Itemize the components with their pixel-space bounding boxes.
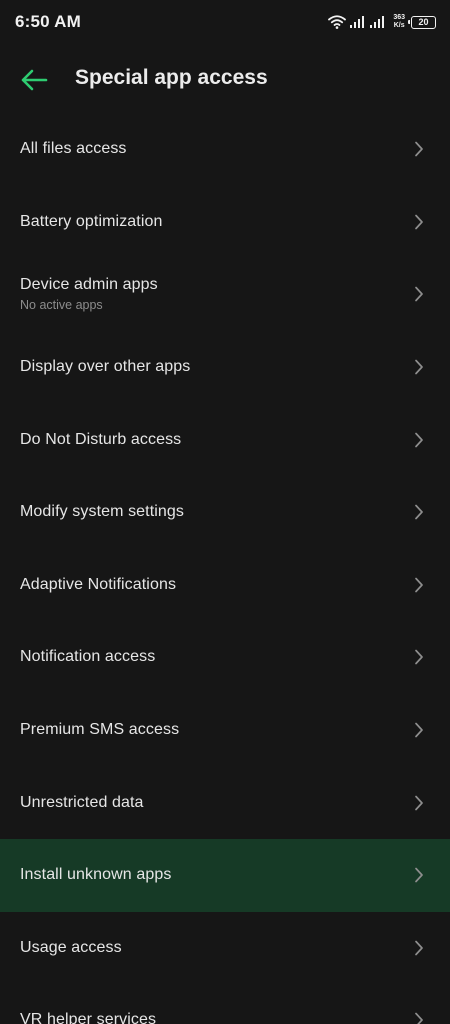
- list-item-adaptive-notifications[interactable]: Adaptive Notifications: [0, 549, 450, 622]
- item-title: Unrestricted data: [20, 793, 144, 811]
- chevron-right-icon: [415, 214, 423, 230]
- list-item-battery-optimization[interactable]: Battery optimization: [0, 186, 450, 259]
- list-item-device-admin-apps[interactable]: Device admin apps No active apps: [0, 258, 450, 331]
- signal-strength-2-icon: [370, 16, 385, 28]
- list-item-premium-sms-access[interactable]: Premium SMS access: [0, 694, 450, 767]
- chevron-right-icon: [415, 504, 423, 520]
- page-title: Special app access: [75, 66, 268, 89]
- chevron-right-icon: [415, 577, 423, 593]
- item-title: Display over other apps: [20, 358, 191, 376]
- network-speed-value: 363: [393, 14, 405, 21]
- arrow-left-icon: [21, 69, 48, 91]
- battery-level: 20: [418, 16, 429, 27]
- battery-icon: 20: [408, 15, 436, 29]
- chevron-right-icon: [415, 359, 423, 375]
- settings-list: All files access Battery optimization De…: [0, 113, 450, 1024]
- wifi-icon: [328, 15, 347, 29]
- item-title: Battery optimization: [20, 212, 163, 230]
- list-item-unrestricted-data[interactable]: Unrestricted data: [0, 766, 450, 839]
- chevron-right-icon: [415, 722, 423, 738]
- status-icons: 363 K/s 20: [328, 12, 436, 32]
- app-bar: Special app access: [0, 50, 450, 110]
- chevron-right-icon: [415, 940, 423, 956]
- network-speed-unit: K/s: [393, 22, 405, 29]
- chevron-right-icon: [415, 432, 423, 448]
- list-item-do-not-disturb-access[interactable]: Do Not Disturb access: [0, 403, 450, 476]
- item-title: Device admin apps: [20, 276, 158, 294]
- list-item-display-over-other-apps[interactable]: Display over other apps: [0, 331, 450, 404]
- item-title: All files access: [20, 140, 127, 158]
- special-app-access-screen: 6:50 AM 363 K/s 20 Special app access Al…: [0, 0, 450, 1024]
- list-item-notification-access[interactable]: Notification access: [0, 621, 450, 694]
- chevron-right-icon: [415, 141, 423, 157]
- list-item-install-unknown-apps[interactable]: Install unknown apps: [0, 838, 450, 912]
- list-item-vr-helper-services[interactable]: VR helper services: [0, 984, 450, 1024]
- signal-strength-1-icon: [350, 16, 365, 28]
- back-button[interactable]: [14, 62, 54, 98]
- network-speed: 363 K/s: [393, 14, 405, 30]
- chevron-right-icon: [415, 287, 423, 302]
- list-item-modify-system-settings[interactable]: Modify system settings: [0, 476, 450, 549]
- list-item-all-files-access[interactable]: All files access: [0, 113, 450, 186]
- status-bar: 6:50 AM 363 K/s 20: [0, 0, 450, 44]
- item-title: Modify system settings: [20, 503, 185, 521]
- chevron-right-icon: [415, 867, 423, 883]
- list-item-usage-access[interactable]: Usage access: [0, 912, 450, 985]
- item-title: Install unknown apps: [20, 866, 172, 884]
- item-title: Usage access: [20, 938, 122, 956]
- chevron-right-icon: [415, 650, 423, 665]
- item-title: Do Not Disturb access: [20, 430, 182, 448]
- item-title: Adaptive Notifications: [20, 575, 177, 593]
- item-subtitle: No active apps: [20, 298, 103, 313]
- item-title: VR helper services: [20, 1011, 157, 1024]
- chevron-right-icon: [415, 1013, 423, 1024]
- chevron-right-icon: [415, 795, 423, 810]
- item-title: Notification access: [20, 648, 156, 666]
- status-time: 6:50 AM: [15, 12, 81, 31]
- item-title: Premium SMS access: [20, 721, 180, 739]
